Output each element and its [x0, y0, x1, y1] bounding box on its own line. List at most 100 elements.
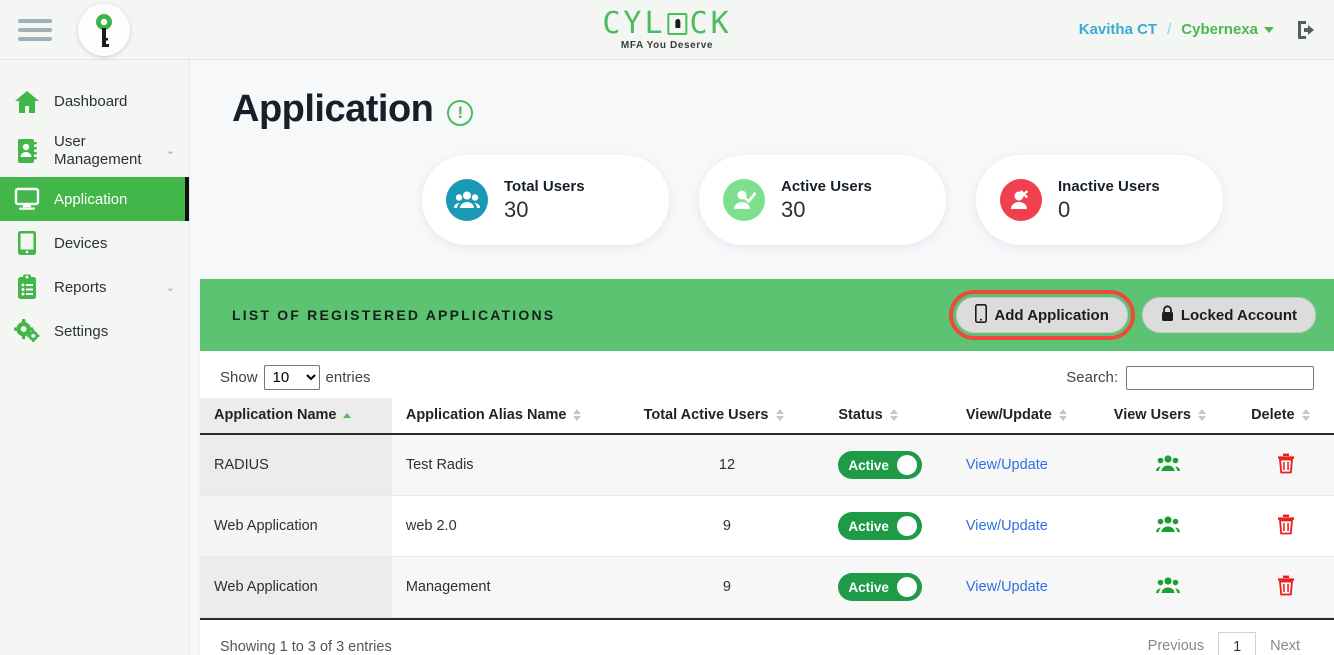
menu-bar-2 [18, 28, 52, 32]
user-name[interactable]: Kavitha CT [1079, 21, 1157, 38]
tablet-icon [14, 230, 40, 256]
pagination-page-1[interactable]: 1 [1218, 632, 1256, 655]
table-header-row: Application Name Application Alias Name [200, 398, 1334, 434]
column-header-total-active-users[interactable]: Total Active Users [630, 398, 825, 434]
stat-card-value: 30 [781, 197, 872, 223]
users-group-icon[interactable] [1156, 515, 1180, 533]
status-toggle[interactable]: Active [838, 573, 922, 601]
cell-view-users [1100, 557, 1237, 618]
chevron-down-icon[interactable]: ⌄ [161, 144, 175, 157]
gears-icon [14, 318, 40, 344]
panel-header: LIST OF REGISTERED APPLICATIONS Add Appl… [200, 279, 1334, 351]
cell-total-active-users: 9 [630, 557, 825, 618]
users-group-icon[interactable] [1156, 576, 1180, 594]
toggle-knob [897, 577, 917, 597]
status-toggle[interactable]: Active [838, 451, 922, 479]
stat-card-total-users: Total Users 30 [422, 155, 669, 245]
sort-icon [1059, 409, 1067, 421]
column-header-alias-name[interactable]: Application Alias Name [392, 398, 630, 434]
cell-view-users [1100, 434, 1237, 496]
column-label: Application Alias Name [406, 407, 567, 423]
menu-icon[interactable] [18, 19, 52, 41]
show-entries-control: Show 10 25 50 100 entries [220, 365, 371, 390]
cell-total-active-users: 9 [630, 496, 825, 557]
logo-tagline: MFA You Deserve [602, 41, 731, 51]
cell-view-update: View/Update [952, 496, 1100, 557]
users-group-icon[interactable] [1156, 454, 1180, 472]
contact-book-icon [14, 138, 40, 164]
chevron-down-icon[interactable]: ⌄ [161, 281, 175, 294]
chevron-down-icon[interactable] [1264, 27, 1274, 33]
application-page: CYL CK MFA You Deserve Kavitha CT / Cybe… [0, 0, 1334, 655]
page-size-select[interactable]: 10 25 50 100 [264, 365, 320, 390]
locked-account-button[interactable]: Locked Account [1142, 297, 1316, 333]
sidebar-item-label: Dashboard [54, 93, 147, 111]
tenant-name[interactable]: Cybernexa [1181, 21, 1258, 38]
status-label: Active [848, 519, 889, 534]
sort-icon [1302, 409, 1310, 421]
sidebar-item-label: Application [54, 191, 143, 209]
stat-card-label: Active Users [781, 178, 872, 195]
stat-card-value: 30 [504, 197, 585, 223]
status-toggle[interactable]: Active [838, 512, 922, 540]
column-header-application-name[interactable]: Application Name [200, 398, 392, 434]
locked-account-label: Locked Account [1181, 307, 1297, 324]
sidebar-item-settings[interactable]: Settings [0, 309, 189, 353]
column-header-delete[interactable]: Delete [1237, 398, 1334, 434]
monitor-icon [14, 186, 40, 212]
logo-lock-icon [668, 13, 688, 35]
toggle-knob [897, 455, 917, 475]
sort-icon [1198, 409, 1206, 421]
cell-application-name: Web Application [200, 496, 392, 557]
sort-ascending-icon [343, 413, 351, 418]
table-footer: Showing 1 to 3 of 3 entries Previous 1 N… [200, 618, 1334, 655]
trash-icon[interactable] [1277, 514, 1295, 535]
sidebar-item-dashboard[interactable]: Dashboard [0, 80, 189, 124]
add-application-label: Add Application [994, 307, 1108, 324]
cell-delete [1237, 434, 1334, 496]
column-header-view-users[interactable]: View Users [1100, 398, 1237, 434]
column-header-status[interactable]: Status [824, 398, 952, 434]
info-exclamation-icon[interactable]: ! [447, 100, 473, 126]
trash-icon[interactable] [1277, 453, 1295, 474]
stat-card-text: Active Users 30 [781, 178, 872, 223]
applications-panel: LIST OF REGISTERED APPLICATIONS Add Appl… [200, 279, 1334, 655]
toggle-knob [897, 516, 917, 536]
menu-bar-1 [18, 19, 52, 23]
view-update-link[interactable]: View/Update [966, 457, 1048, 473]
cylock-logo: CYL CK MFA You Deserve [602, 9, 731, 51]
logo-text-left: CYL [602, 9, 665, 39]
sidebar-item-reports[interactable]: Reports ⌄ [0, 265, 189, 309]
logout-icon[interactable] [1294, 18, 1318, 42]
user-check-icon [723, 179, 765, 221]
page-body: Dashboard User Management ⌄ [0, 60, 1334, 655]
search-input[interactable] [1126, 366, 1314, 390]
add-application-button[interactable]: Add Application [956, 297, 1127, 333]
stat-card-label: Inactive Users [1058, 178, 1160, 195]
pagination: Previous 1 Next [1134, 632, 1314, 655]
cell-delete [1237, 557, 1334, 618]
view-update-link[interactable]: View/Update [966, 518, 1048, 534]
sort-icon [573, 409, 581, 421]
sidebar-item-application[interactable]: Application [0, 177, 189, 221]
view-update-link[interactable]: View/Update [966, 579, 1048, 595]
table-row: Web Application Management 9 Active View [200, 557, 1334, 618]
sidebar-item-user-management[interactable]: User Management ⌄ [0, 124, 189, 177]
table-body: RADIUS Test Radis 12 Active View/Update [200, 434, 1334, 618]
entries-info: Showing 1 to 3 of 3 entries [220, 639, 392, 655]
brand-logo-circle[interactable] [78, 4, 130, 56]
panel-title: LIST OF REGISTERED APPLICATIONS [232, 307, 555, 323]
sidebar-item-label: Reports [54, 279, 147, 297]
cell-alias-name: Management [392, 557, 630, 618]
column-header-view-update[interactable]: View/Update [952, 398, 1100, 434]
trash-icon[interactable] [1277, 575, 1295, 596]
top-bar: CYL CK MFA You Deserve Kavitha CT / Cybe… [0, 0, 1334, 60]
stat-cards: Total Users 30 Active Users 30 [190, 131, 1334, 245]
sidebar-item-label: Settings [54, 323, 147, 341]
pagination-previous[interactable]: Previous [1134, 632, 1218, 655]
column-label: Status [838, 407, 882, 423]
sidebar-item-devices[interactable]: Devices [0, 221, 189, 265]
pagination-next[interactable]: Next [1256, 632, 1314, 655]
status-label: Active [848, 458, 889, 473]
logo-text-right: CK [690, 9, 732, 39]
